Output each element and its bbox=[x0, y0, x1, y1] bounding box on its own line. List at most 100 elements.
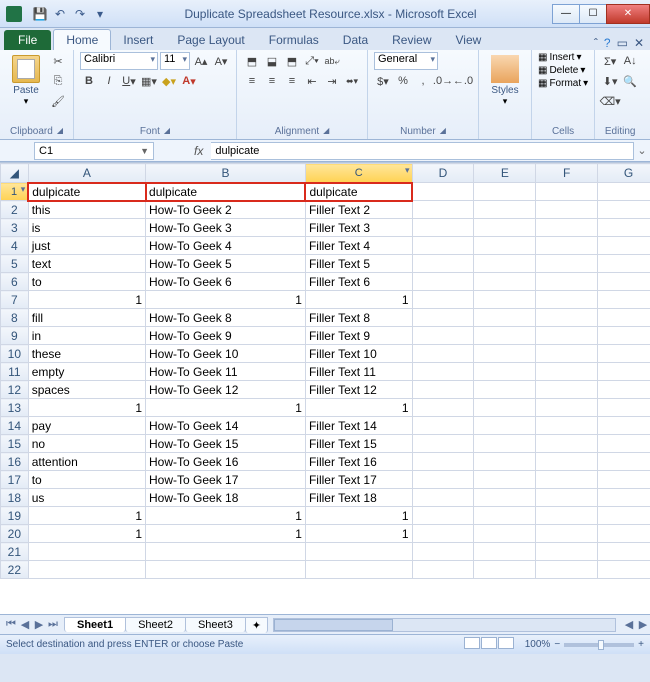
cell[interactable]: Filler Text 8 bbox=[305, 309, 412, 327]
insert-cells-button[interactable]: ▦ Insert ▾ bbox=[538, 52, 588, 63]
cell[interactable]: How-To Geek 4 bbox=[146, 237, 306, 255]
cell[interactable] bbox=[598, 507, 650, 525]
cell[interactable] bbox=[474, 273, 536, 291]
fx-icon[interactable]: fx bbox=[194, 144, 203, 158]
cell[interactable] bbox=[474, 417, 536, 435]
cell[interactable] bbox=[474, 363, 536, 381]
font-name-select[interactable]: Calibri bbox=[80, 52, 158, 70]
cell[interactable] bbox=[474, 309, 536, 327]
cell[interactable] bbox=[412, 309, 474, 327]
copy-button[interactable]: ⎘ bbox=[49, 72, 67, 90]
cell[interactable] bbox=[28, 543, 145, 561]
dialog-launcher-icon[interactable]: ◢ bbox=[164, 126, 170, 137]
cell[interactable]: no bbox=[28, 435, 145, 453]
dialog-launcher-icon[interactable]: ◢ bbox=[57, 126, 63, 137]
align-middle-button[interactable]: ⬓ bbox=[263, 52, 281, 70]
cell[interactable] bbox=[474, 561, 536, 579]
cell[interactable] bbox=[536, 543, 598, 561]
select-all-corner[interactable]: ◢ bbox=[1, 164, 29, 183]
cell[interactable] bbox=[536, 417, 598, 435]
cell[interactable] bbox=[536, 201, 598, 219]
autosum-button[interactable]: Σ▾ bbox=[601, 52, 619, 70]
cell[interactable]: this bbox=[28, 201, 145, 219]
cell[interactable] bbox=[474, 489, 536, 507]
cell[interactable] bbox=[474, 255, 536, 273]
cell[interactable]: How-To Geek 14 bbox=[146, 417, 306, 435]
cell[interactable]: How-To Geek 3 bbox=[146, 219, 306, 237]
zoom-out-button[interactable]: − bbox=[554, 639, 560, 650]
cell[interactable]: Filler Text 18 bbox=[305, 489, 412, 507]
next-sheet-button[interactable]: ▶ bbox=[32, 618, 46, 631]
cell[interactable]: How-To Geek 11 bbox=[146, 363, 306, 381]
cell[interactable] bbox=[598, 345, 650, 363]
cell[interactable] bbox=[474, 525, 536, 543]
cell[interactable] bbox=[412, 183, 474, 201]
cell[interactable] bbox=[474, 327, 536, 345]
cell[interactable] bbox=[474, 345, 536, 363]
cell[interactable]: dulpicate bbox=[146, 183, 306, 201]
formula-input[interactable]: dulpicate bbox=[211, 142, 634, 160]
cell[interactable]: How-To Geek 17 bbox=[146, 471, 306, 489]
cell[interactable] bbox=[305, 561, 412, 579]
decrease-decimal-button[interactable]: ←.0 bbox=[454, 72, 472, 90]
tab-page-layout[interactable]: Page Layout bbox=[165, 30, 256, 50]
prev-sheet-button[interactable]: ◀ bbox=[18, 618, 32, 631]
row-header[interactable]: 6 bbox=[1, 273, 29, 291]
cell[interactable] bbox=[412, 507, 474, 525]
comma-button[interactable]: , bbox=[414, 72, 432, 90]
shrink-font-button[interactable]: A▾ bbox=[212, 52, 230, 70]
cell[interactable]: How-To Geek 10 bbox=[146, 345, 306, 363]
cell[interactable]: spaces bbox=[28, 381, 145, 399]
cell[interactable] bbox=[598, 417, 650, 435]
cell[interactable] bbox=[598, 363, 650, 381]
cell[interactable] bbox=[536, 273, 598, 291]
cell[interactable]: How-To Geek 12 bbox=[146, 381, 306, 399]
cell[interactable]: Filler Text 2 bbox=[305, 201, 412, 219]
cell[interactable]: Filler Text 12 bbox=[305, 381, 412, 399]
cell[interactable]: just bbox=[28, 237, 145, 255]
horizontal-scrollbar[interactable] bbox=[273, 618, 616, 632]
row-header[interactable]: 2 bbox=[1, 201, 29, 219]
cell[interactable] bbox=[474, 381, 536, 399]
cell[interactable]: Filler Text 5 bbox=[305, 255, 412, 273]
cell[interactable]: How-To Geek 15 bbox=[146, 435, 306, 453]
minimize-button[interactable]: — bbox=[552, 4, 580, 24]
sheet-tab-1[interactable]: Sheet1 bbox=[64, 617, 126, 632]
last-sheet-button[interactable]: ⏭ bbox=[46, 618, 60, 631]
increase-indent-button[interactable]: ⇥ bbox=[323, 72, 341, 90]
col-header-g[interactable]: G bbox=[598, 164, 650, 183]
fill-color-button[interactable]: ◆▾ bbox=[160, 72, 178, 90]
cell[interactable] bbox=[598, 453, 650, 471]
cell[interactable] bbox=[474, 183, 536, 201]
clear-button[interactable]: ⌫▾ bbox=[601, 92, 619, 110]
cell[interactable]: Filler Text 9 bbox=[305, 327, 412, 345]
cell[interactable]: 1 bbox=[28, 525, 145, 543]
cell[interactable]: How-To Geek 18 bbox=[146, 489, 306, 507]
scroll-left-button[interactable]: ◀ bbox=[622, 618, 636, 631]
cell[interactable] bbox=[412, 237, 474, 255]
cell[interactable] bbox=[536, 453, 598, 471]
styles-button[interactable]: Styles ▾ bbox=[485, 52, 525, 107]
row-header[interactable]: 14 bbox=[1, 417, 29, 435]
cell[interactable]: Filler Text 10 bbox=[305, 345, 412, 363]
cell[interactable] bbox=[536, 561, 598, 579]
col-header-d[interactable]: D bbox=[412, 164, 474, 183]
cell[interactable] bbox=[412, 525, 474, 543]
align-center-button[interactable]: ≡ bbox=[263, 72, 281, 90]
tab-review[interactable]: Review bbox=[380, 30, 443, 50]
cell[interactable]: Filler Text 4 bbox=[305, 237, 412, 255]
cell[interactable] bbox=[474, 471, 536, 489]
cell[interactable]: in bbox=[28, 327, 145, 345]
cell[interactable] bbox=[412, 255, 474, 273]
row-header[interactable]: 21 bbox=[1, 543, 29, 561]
cell[interactable] bbox=[598, 327, 650, 345]
cell[interactable]: Filler Text 11 bbox=[305, 363, 412, 381]
cell[interactable]: 1 bbox=[305, 291, 412, 309]
cell[interactable] bbox=[412, 219, 474, 237]
cell[interactable] bbox=[598, 471, 650, 489]
cell[interactable] bbox=[536, 309, 598, 327]
cell[interactable]: pay bbox=[28, 417, 145, 435]
zoom-in-button[interactable]: + bbox=[638, 639, 644, 650]
cell[interactable] bbox=[474, 453, 536, 471]
row-header[interactable]: 9 bbox=[1, 327, 29, 345]
